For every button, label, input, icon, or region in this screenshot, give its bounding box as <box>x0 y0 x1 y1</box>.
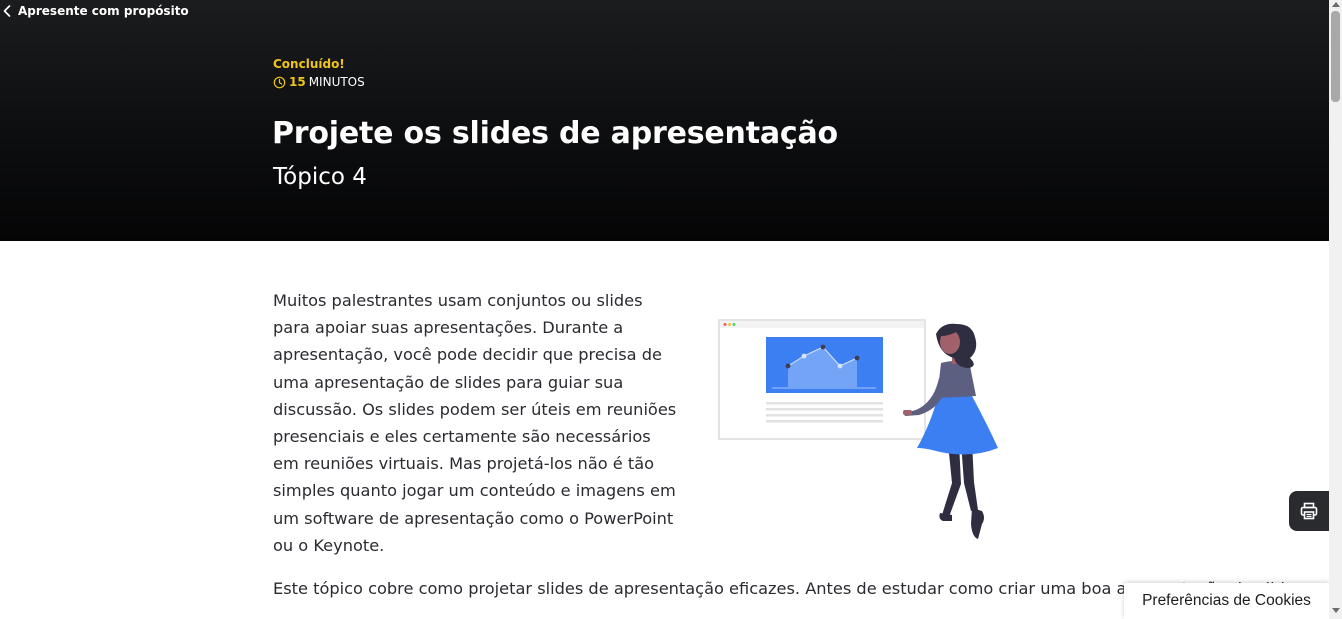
scroll-up-arrow-icon[interactable] <box>1332 2 1340 7</box>
hero-header: Apresente com propósito Concluído! 15 MI… <box>0 0 1329 241</box>
presenter-illustration <box>718 319 998 539</box>
print-button[interactable] <box>1289 491 1329 531</box>
scroll-down-arrow-icon[interactable] <box>1332 608 1340 613</box>
page-title: Projete os slides de apresentação <box>272 116 838 151</box>
chevron-left-icon <box>3 5 11 17</box>
completion-status: Concluído! <box>273 57 345 71</box>
cookie-preferences-button[interactable]: Preferências de Cookies <box>1124 583 1329 619</box>
duration: 15 MINUTOS <box>273 75 365 89</box>
back-link[interactable]: Apresente com propósito <box>0 2 189 20</box>
duration-unit: MINUTOS <box>308 75 365 89</box>
body-paragraph: Este tópico cobre como projetar slides d… <box>273 579 1342 598</box>
printer-icon <box>1300 502 1318 520</box>
scroll-thumb[interactable] <box>1331 11 1340 102</box>
intro-paragraph: Muitos palestrantes usam conjuntos ou sl… <box>273 291 677 555</box>
scrollbar[interactable] <box>1329 0 1342 619</box>
back-link-label: Apresente com propósito <box>18 4 189 18</box>
clock-icon <box>273 76 286 88</box>
page-subtitle: Tópico 4 <box>273 164 367 190</box>
duration-value: 15 <box>289 75 306 89</box>
